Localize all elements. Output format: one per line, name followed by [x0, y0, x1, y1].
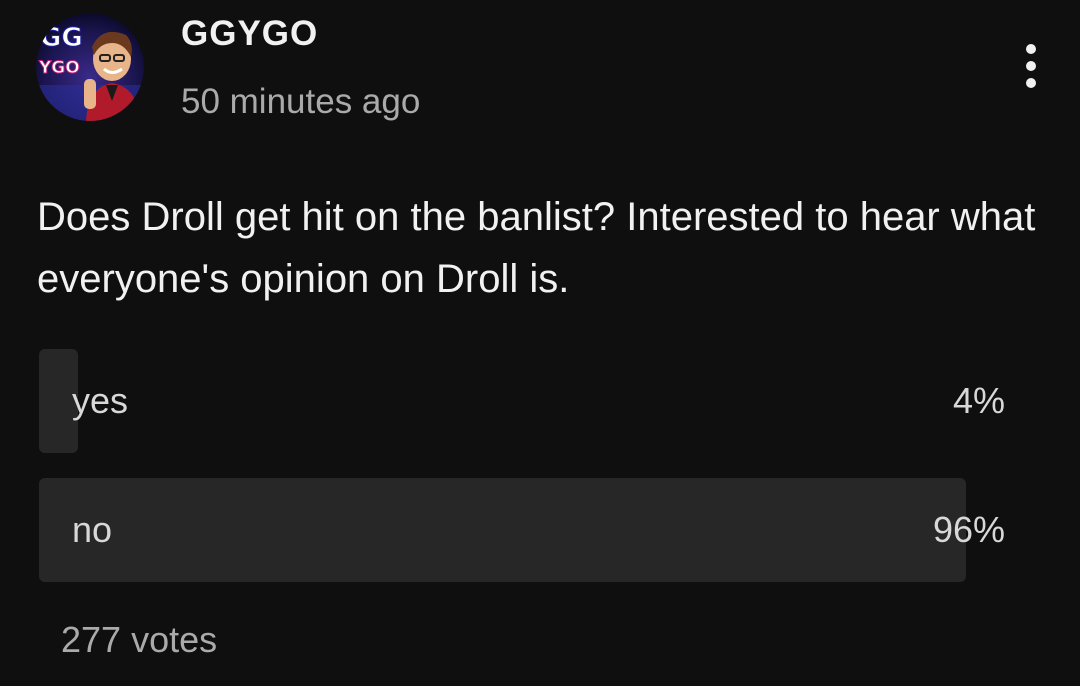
more-vertical-icon[interactable] — [1008, 36, 1054, 96]
poll-option-no[interactable]: no 96% — [39, 478, 1005, 582]
post-text: Does Droll get hit on the banlist? Inter… — [37, 195, 1036, 301]
poll-result-bar — [39, 478, 966, 582]
poll-option-yes[interactable]: yes 4% — [39, 349, 1005, 453]
avatar-logo-bottom: YGO — [38, 58, 80, 78]
channel-name[interactable]: GGYGO — [181, 14, 318, 54]
poll-option-percent: 96% — [932, 509, 1005, 550]
poll-option-percent: 4% — [952, 380, 1005, 421]
poll-option-label: yes — [72, 380, 129, 421]
community-post: GG YGO GGYGO 50 minutes ago Does Droll g… — [0, 0, 1080, 686]
avatar-logo-top: GG — [40, 23, 83, 53]
poll-vote-count: 277 votes — [61, 619, 218, 660]
channel-avatar[interactable]: GG YGO — [36, 13, 144, 121]
post-timestamp[interactable]: 50 minutes ago — [181, 82, 420, 122]
poll-option-label: no — [72, 509, 113, 550]
